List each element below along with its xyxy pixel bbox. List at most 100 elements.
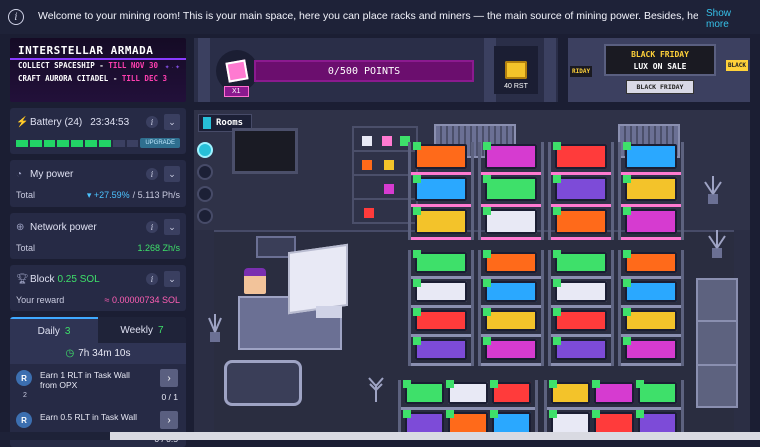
chevron-down-icon[interactable]: ⌄ — [164, 166, 180, 182]
miner[interactable] — [555, 310, 607, 331]
miner[interactable] — [485, 281, 537, 302]
miner[interactable] — [555, 144, 607, 169]
miner-level-badge — [413, 250, 421, 258]
info-icon[interactable]: i — [8, 9, 24, 25]
mining-rack[interactable] — [548, 142, 614, 240]
mining-rack[interactable] — [408, 142, 474, 240]
points-banner[interactable]: X1 0/500 POINTS 40 RST — [194, 38, 558, 102]
reward-value: ≈ 0.00000734 SOL — [104, 295, 181, 305]
miner-level-badge — [483, 174, 491, 183]
rollercoin-icon: R — [16, 370, 32, 386]
miner-level-badge — [623, 308, 631, 316]
mining-rack[interactable] — [544, 380, 684, 440]
info-icon[interactable]: i — [146, 116, 158, 128]
tab-daily[interactable]: Daily 3 — [10, 317, 98, 343]
event-title: INTERSTELLAR ARMADA — [18, 44, 154, 57]
mining-rack[interactable] — [618, 142, 684, 240]
tab-weekly[interactable]: Weekly 7 — [98, 317, 186, 343]
show-more-link[interactable]: Show more — [706, 8, 736, 30]
miner[interactable] — [485, 144, 537, 169]
miner[interactable] — [555, 176, 607, 202]
avatar — [244, 268, 266, 294]
stars-decoration-icon: ✦ · ✦ — [164, 65, 180, 71]
reward-box: 40 RST — [494, 46, 538, 94]
mining-rack[interactable] — [548, 250, 614, 366]
sale-board: BLACK FRIDAY LUX ON SALE — [604, 44, 716, 76]
miner[interactable] — [485, 310, 537, 331]
tasks-panel: Daily 3 Weekly 7 ◷ 7h 34m 10s R 2 Earn 1 RL… — [10, 317, 186, 447]
miner-level-badge — [623, 174, 631, 183]
computer-monitor[interactable] — [288, 243, 348, 315]
miner[interactable] — [555, 252, 607, 273]
miner[interactable] — [625, 281, 677, 302]
miner[interactable] — [625, 339, 677, 360]
network-total-label: Total — [16, 243, 36, 253]
miner-level-badge — [489, 410, 498, 418]
mining-rack[interactable] — [398, 380, 538, 440]
room-dot[interactable] — [197, 164, 213, 180]
miner[interactable] — [485, 209, 537, 234]
miner[interactable] — [415, 252, 467, 273]
battery-segment — [57, 139, 70, 147]
task-countdown: ◷ 7h 34m 10s — [10, 343, 186, 364]
miner[interactable] — [415, 310, 467, 331]
chevron-right-icon[interactable]: › — [160, 369, 178, 387]
os-taskbar — [0, 432, 760, 440]
power-change: ▾ +27.59% — [86, 190, 130, 200]
miner-level-badge — [489, 380, 498, 388]
black-friday-banner[interactable]: RIDAY BLACK FRIDAY LUX ON SALE BLACK FRI… — [568, 38, 750, 102]
chevron-right-icon[interactable]: › — [160, 411, 178, 429]
block-label: Block — [30, 273, 55, 285]
miner-level-badge — [403, 410, 411, 418]
miner[interactable] — [555, 281, 607, 302]
miner-level-badge — [553, 174, 561, 183]
miner-level-badge — [549, 380, 557, 388]
info-icon[interactable]: i — [146, 221, 158, 233]
miner[interactable] — [625, 252, 677, 273]
miner[interactable] — [485, 176, 537, 202]
mining-rack[interactable] — [618, 250, 684, 366]
reward-amount: 40 RST — [504, 83, 528, 90]
chevron-down-icon[interactable]: ⌄ — [164, 271, 180, 287]
event-banner[interactable]: INTERSTELLAR ARMADA COLLECT SPACESHIP - … — [10, 38, 186, 102]
miner[interactable] — [555, 339, 607, 360]
miner-level-badge — [413, 337, 421, 345]
room-dot[interactable] — [197, 142, 213, 158]
miner[interactable] — [415, 209, 467, 234]
info-icon[interactable]: i — [146, 168, 158, 180]
miner[interactable] — [415, 176, 467, 202]
miner[interactable] — [625, 176, 677, 202]
battery-segment — [98, 139, 111, 147]
mining-rack[interactable] — [478, 250, 544, 366]
miner[interactable] — [415, 339, 467, 360]
mining-room[interactable]: Rooms — [194, 110, 750, 440]
task-number: 2 — [23, 392, 27, 399]
upgrade-button[interactable]: UPGRADE — [140, 138, 180, 148]
chevron-down-icon[interactable]: ⌄ — [164, 219, 180, 235]
miner[interactable] — [485, 252, 537, 273]
task-text: Earn 0.5 RLT in Task Wall — [40, 412, 138, 422]
battery-segment — [29, 139, 42, 147]
info-icon[interactable]: i — [146, 273, 158, 285]
side-sign-left: RIDAY — [570, 66, 593, 77]
miner[interactable] — [625, 209, 677, 234]
mining-rack[interactable] — [408, 250, 474, 366]
miner-level-badge — [483, 207, 491, 216]
miner[interactable] — [625, 144, 677, 169]
room-dot[interactable] — [197, 208, 213, 224]
miner[interactable] — [625, 310, 677, 331]
room-dot[interactable] — [197, 186, 213, 202]
miner[interactable] — [555, 209, 607, 234]
miner-level-badge — [553, 250, 561, 258]
miner[interactable] — [415, 281, 467, 302]
miner[interactable] — [415, 144, 467, 169]
miner-level-badge — [592, 410, 601, 418]
mining-rack[interactable] — [478, 142, 544, 240]
network-label: Network power — [30, 221, 97, 233]
black-friday-button[interactable]: BLACK FRIDAY — [626, 80, 694, 94]
reward-label: Your reward — [16, 295, 65, 305]
battery-panel: ⚡ Battery (24) 23:34:53 i ⌄ UPGRADE — [10, 108, 186, 154]
chevron-down-icon[interactable]: ⌄ — [164, 114, 180, 130]
miner[interactable] — [485, 339, 537, 360]
miner-level-badge — [446, 380, 455, 388]
